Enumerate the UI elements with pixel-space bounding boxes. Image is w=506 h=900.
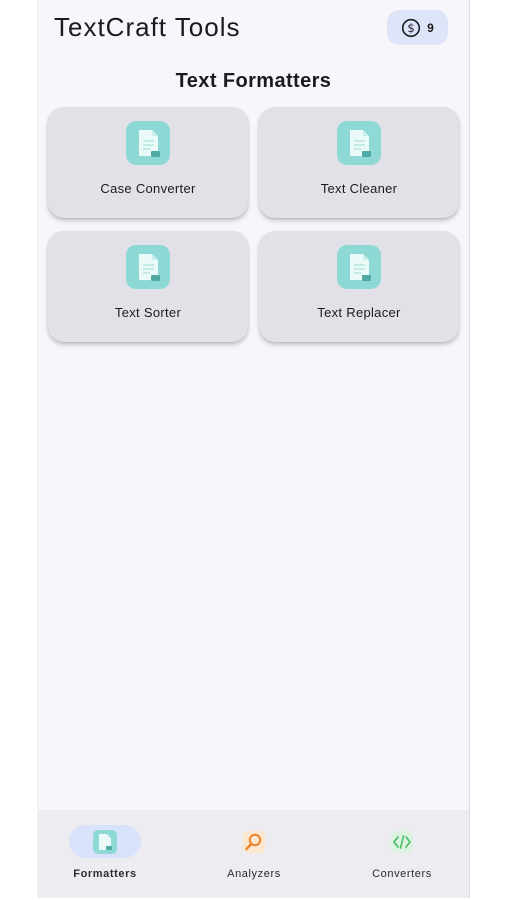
credits-count: 9 [427, 20, 434, 35]
magnifier-icon [243, 830, 265, 853]
document-icon [93, 829, 117, 854]
tool-card-case-converter[interactable]: Case Converter [48, 107, 248, 218]
tool-card-text-cleaner[interactable]: Text Cleaner [259, 107, 459, 218]
dollar-coin-icon: $ [402, 18, 421, 37]
svg-text:$: $ [407, 21, 414, 35]
tool-card-text-replacer[interactable]: Text Replacer [259, 231, 459, 342]
document-icon [337, 245, 381, 289]
nav-label: Analyzers [227, 868, 281, 880]
document-icon [337, 121, 381, 165]
document-icon [126, 121, 170, 165]
tool-card-label: Text Replacer [317, 305, 401, 320]
nav-item-analyzers[interactable]: Analyzers [194, 810, 314, 898]
nav-label: Formatters [73, 868, 137, 880]
tool-card-label: Case Converter [100, 181, 196, 196]
tool-card-text-sorter[interactable]: Text Sorter [48, 231, 248, 342]
credits-badge[interactable]: $ 9 [387, 10, 448, 45]
nav-active-indicator [69, 825, 141, 858]
tool-card-label: Text Cleaner [320, 181, 398, 196]
section-title: Text Formatters [175, 70, 332, 92]
app-title: TextCraft Tools [54, 12, 241, 42]
document-icon [126, 245, 170, 289]
bottom-navigation: Formatters Analyzers Converters [38, 810, 469, 898]
nav-label: Converters [372, 868, 432, 880]
nav-icon-holder [218, 825, 290, 858]
nav-icon-holder [366, 825, 438, 858]
nav-item-converters[interactable]: Converters [342, 810, 462, 898]
tool-card-label: Text Sorter [114, 305, 182, 320]
code-icon [391, 830, 413, 853]
nav-item-formatters[interactable]: Formatters [45, 810, 165, 898]
top-app-bar: TextCraft Tools $ 9 [38, 0, 469, 56]
app-screen: TextCraft Tools $ 9 Text Formatters Case… [37, 0, 470, 898]
